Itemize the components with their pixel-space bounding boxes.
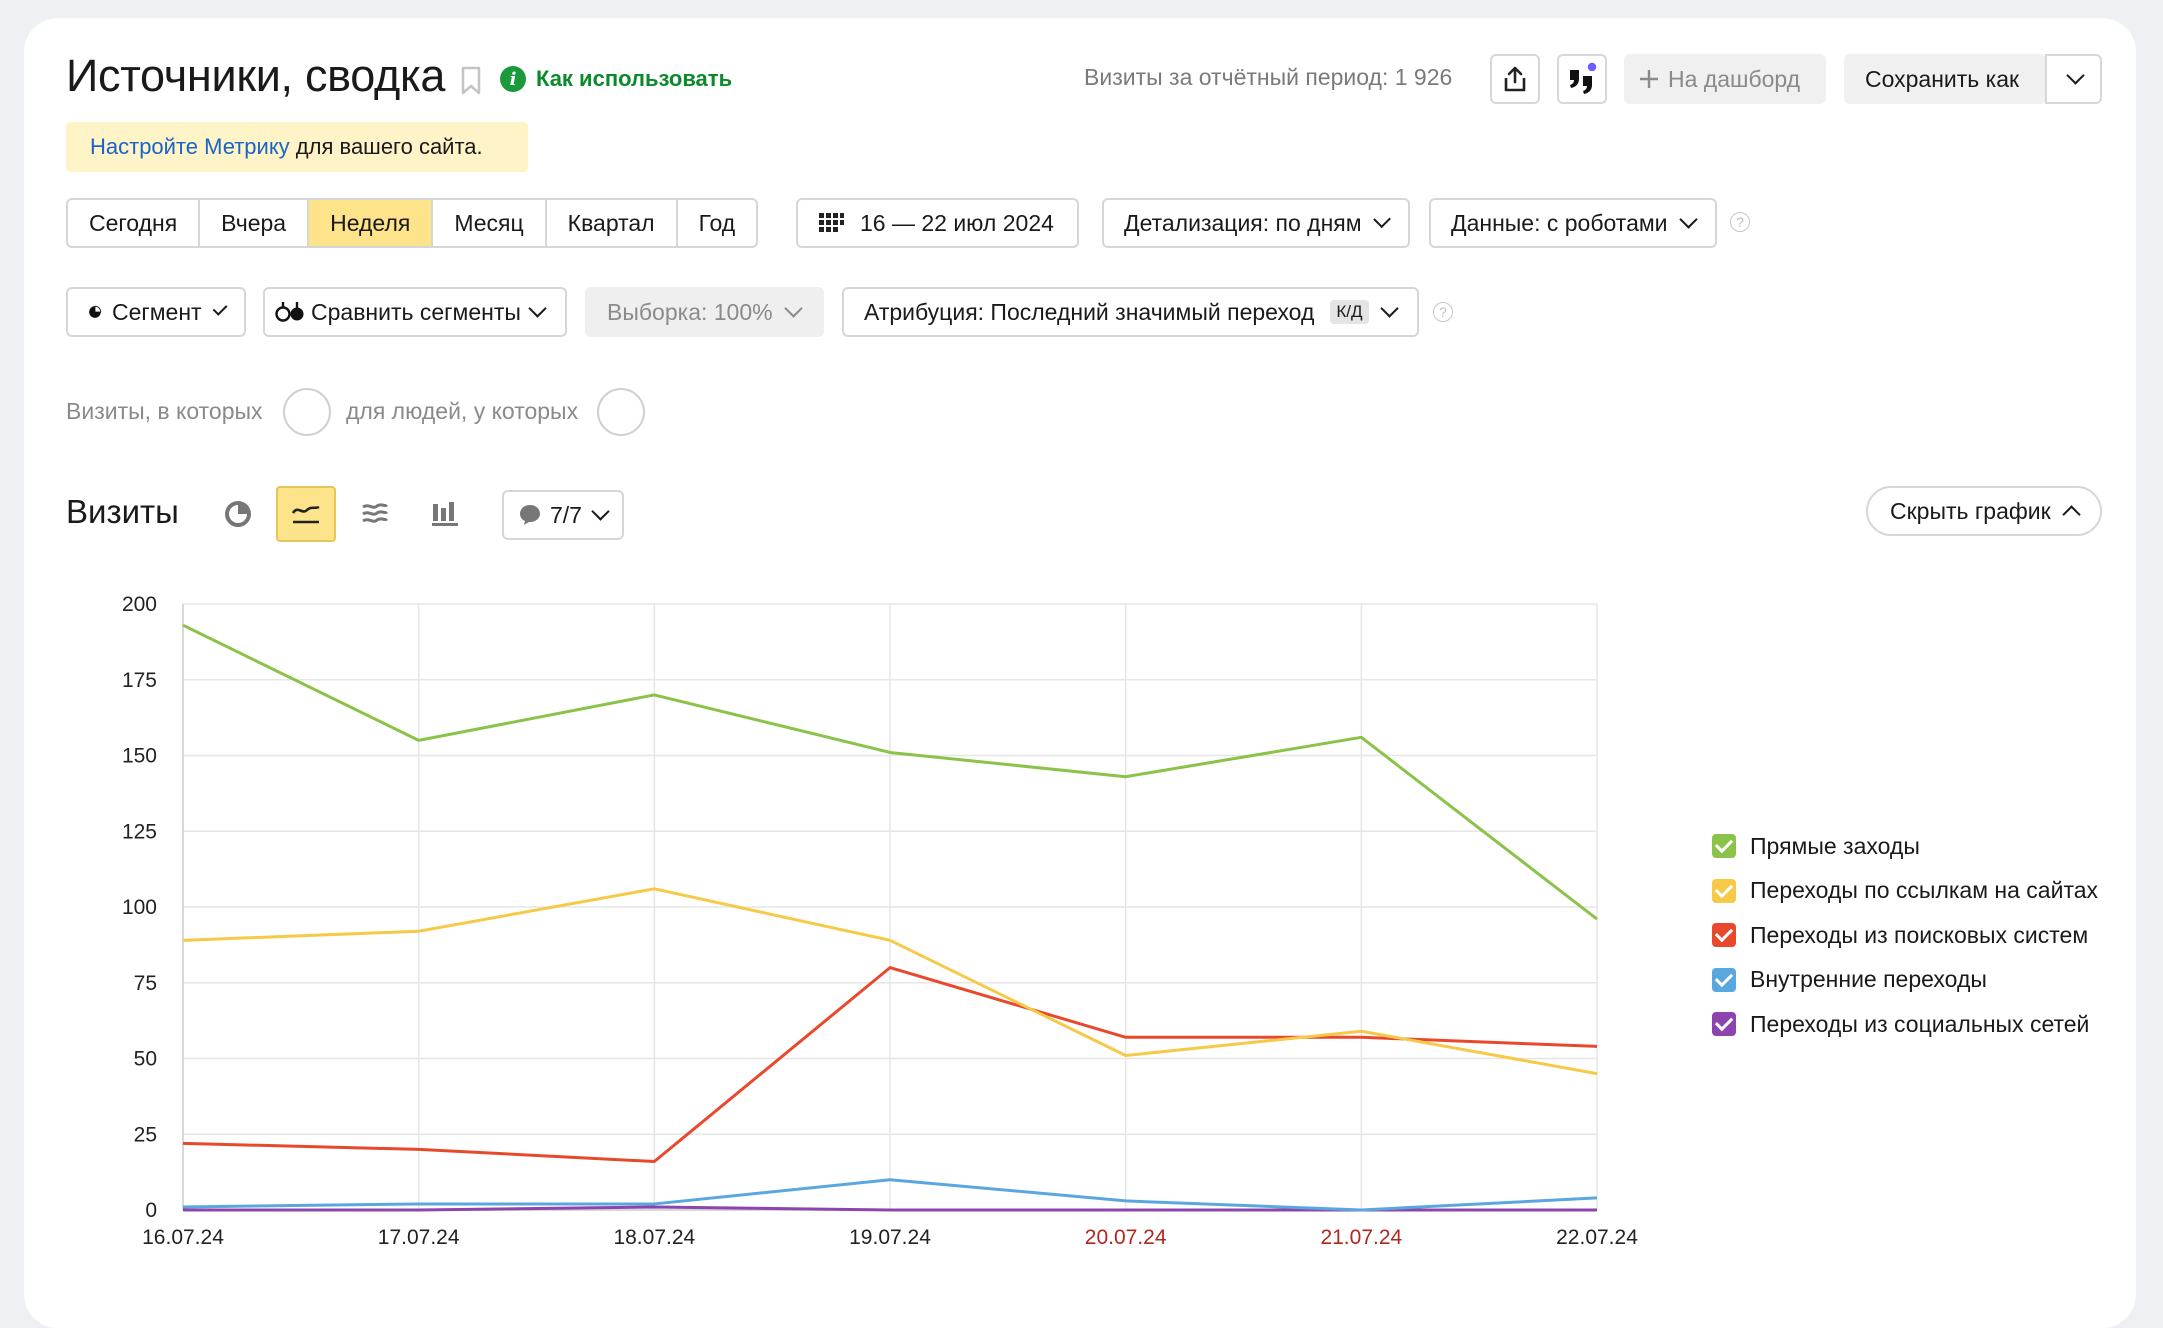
y-tick-label: 50: [134, 1048, 157, 1071]
y-tick-label: 100: [122, 896, 157, 919]
y-tick-label: 25: [134, 1123, 157, 1146]
save-as-dropdown[interactable]: [2045, 54, 2102, 104]
checkbox-icon[interactable]: [1712, 967, 1736, 992]
x-tick-label: 22.07.24: [1556, 1226, 1638, 1249]
legend-label: Переходы по ссылкам на сайтах: [1750, 877, 2099, 904]
y-tick-label: 0: [145, 1199, 157, 1222]
hide-chart-label: Скрыть график: [1890, 497, 2051, 524]
y-tick-label: 75: [134, 972, 157, 995]
legend-label: Прямые заходы: [1750, 832, 1920, 859]
x-tick-label: 18.07.24: [613, 1226, 695, 1249]
legend-item[interactable]: Прямые заходы: [1712, 824, 2098, 869]
y-tick-label: 175: [122, 669, 157, 692]
y-tick-label: 125: [122, 820, 157, 843]
chevron-down-icon: [1678, 210, 1698, 229]
checkbox-icon[interactable]: [1712, 1012, 1736, 1037]
save-as-label: Сохранить как: [1865, 65, 2020, 92]
legend-item[interactable]: Переходы по ссылкам на сайтах: [1712, 869, 2098, 914]
save-as-button[interactable]: Сохранить как: [1844, 54, 2046, 104]
visits-line-chart: 0 25 50 75 100 125 150 175 200 16.07.24 17.07.24 18…: [122, 593, 1638, 1249]
y-tick-label: 200: [122, 593, 157, 616]
x-tick-label: 17.07.24: [378, 1226, 460, 1249]
checkbox-icon[interactable]: [1712, 923, 1736, 948]
x-tick-label: 16.07.24: [142, 1226, 224, 1249]
y-tick-label: 150: [122, 745, 157, 768]
chart-legend: Прямые заходы Переходы по ссылкам на сайт…: [1712, 824, 2098, 1047]
legend-item[interactable]: Внутренние переходы: [1712, 958, 2098, 1003]
x-tick-label: 19.07.24: [849, 1226, 931, 1249]
legend-label: Внутренние переходы: [1750, 966, 1987, 993]
legend-label: Переходы из социальных сетей: [1750, 1010, 2090, 1037]
help-icon[interactable]: ?: [1730, 212, 1750, 232]
checkbox-icon[interactable]: [1712, 834, 1736, 859]
chevron-down-icon: [2066, 66, 2085, 85]
x-tick-label: 21.07.24: [1320, 1226, 1402, 1249]
legend-label: Переходы из поисковых систем: [1750, 921, 2089, 948]
add-to-dashboard-label: На дашборд: [1668, 65, 1801, 92]
chevron-up-icon: [2062, 504, 2081, 524]
hide-chart-button[interactable]: Скрыть график: [1866, 486, 2102, 536]
legend-item[interactable]: Переходы из поисковых систем: [1712, 913, 2098, 958]
checkbox-icon[interactable]: [1712, 878, 1736, 903]
x-tick-label: 20.07.24: [1085, 1226, 1167, 1249]
legend-item[interactable]: Переходы из социальных сетей: [1712, 1002, 2098, 1047]
